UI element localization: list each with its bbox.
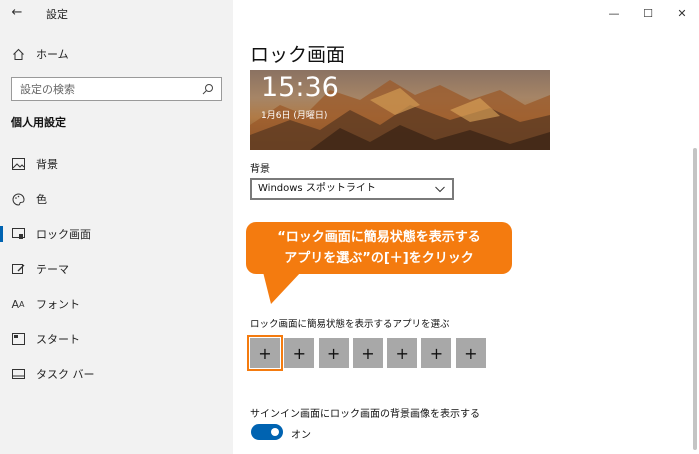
add-app-button[interactable]: + (421, 338, 452, 368)
sidebar-item-home[interactable]: ホーム (0, 38, 233, 70)
back-arrow-icon[interactable]: ← (8, 4, 26, 22)
section-title: 個人用設定 (11, 116, 66, 129)
chevron-down-icon (435, 186, 445, 193)
sidebar-item-label: 背景 (36, 158, 58, 171)
signin-background-toggle[interactable] (251, 424, 283, 440)
background-dropdown-value: Windows スポットライト (258, 183, 376, 194)
theme-icon (11, 262, 25, 276)
scrollbar[interactable] (693, 148, 697, 450)
preview-time: 15:36 (261, 72, 339, 103)
instruction-callout: “ロック画面に簡易状態を表示する アプリを選ぶ”の[＋]をクリック (246, 222, 512, 274)
minimize-button[interactable]: — (597, 0, 631, 26)
maximize-button[interactable]: ☐ (631, 0, 665, 26)
sidebar-item-label: タスク バー (36, 368, 95, 381)
start-icon (11, 332, 25, 346)
add-app-button[interactable]: + (455, 338, 486, 368)
search-input[interactable] (12, 78, 192, 101)
sidebar: ← 設定 ホーム 個人用設定 背景 色 ロック画面 テーマ (0, 0, 233, 454)
app-title: 設定 (46, 8, 68, 21)
sidebar-item-lock-screen[interactable]: ロック画面 (0, 218, 233, 250)
preview-date: 1月6日 (月曜日) (261, 111, 328, 121)
callout-line-2: アプリを選ぶ”の[＋]をクリック (284, 251, 474, 266)
close-button[interactable]: ✕ (665, 0, 699, 26)
callout-tail (263, 272, 301, 304)
font-icon: AA (11, 297, 25, 311)
window-controls: — ☐ ✕ (597, 0, 699, 26)
sidebar-item-label: スタート (36, 333, 80, 346)
add-app-button[interactable]: + (387, 338, 418, 368)
sidebar-item-label: 色 (36, 193, 47, 206)
background-label: 背景 (250, 164, 270, 175)
palette-icon (11, 192, 25, 206)
sidebar-item-label: ホーム (36, 48, 69, 61)
background-dropdown[interactable]: Windows スポットライト (250, 178, 454, 200)
lock-screen-preview: 15:36 1月6日 (月曜日) (250, 70, 550, 150)
sidebar-item-label: テーマ (36, 263, 69, 276)
home-icon (11, 47, 25, 61)
add-app-button[interactable]: + (318, 338, 349, 368)
sidebar-item-start[interactable]: スタート (0, 323, 233, 355)
sidebar-item-color[interactable]: 色 (0, 183, 233, 215)
add-app-button[interactable]: + (247, 335, 283, 371)
add-app-button[interactable]: + (284, 338, 315, 368)
page-title: ロック画面 (250, 44, 346, 66)
sidebar-item-taskbar[interactable]: タスク バー (0, 358, 233, 390)
add-app-button[interactable]: + (352, 338, 383, 368)
taskbar-icon (11, 367, 25, 381)
lock-screen-icon (11, 227, 25, 241)
apps-label: ロック画面に簡易状態を表示するアプリを選ぶ (250, 319, 450, 330)
picture-icon (11, 157, 25, 171)
main-content: — ☐ ✕ ロック画面 15:36 1月6日 (月曜日) 背景 Windows … (233, 0, 699, 454)
callout-line-1: “ロック画面に簡易状態を表示する (277, 230, 481, 245)
search-field[interactable] (11, 77, 222, 101)
toggle-state-label: オン (291, 430, 311, 441)
app-button-row: + + + + + + + (247, 335, 490, 371)
sidebar-item-label: フォント (36, 298, 80, 311)
sidebar-item-background[interactable]: 背景 (0, 148, 233, 180)
toggle-knob (271, 428, 279, 436)
sidebar-item-font[interactable]: AA フォント (0, 288, 233, 320)
search-icon (202, 84, 213, 95)
title-bar: ← 設定 (0, 0, 233, 26)
sidebar-item-theme[interactable]: テーマ (0, 253, 233, 285)
sidebar-item-label: ロック画面 (36, 228, 91, 241)
signin-background-label: サインイン画面にロック画面の背景画像を表示する (250, 409, 480, 420)
